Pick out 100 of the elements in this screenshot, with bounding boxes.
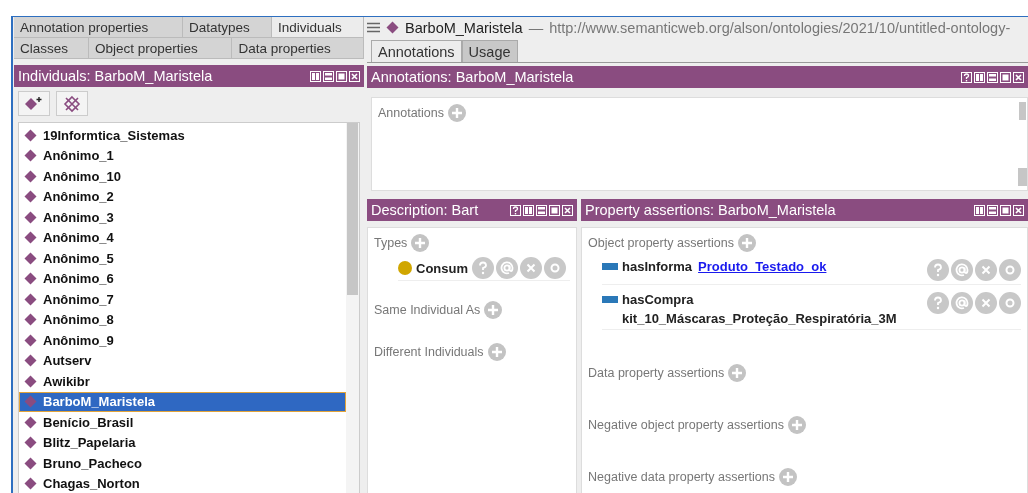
diamond-icon [24, 415, 37, 429]
scrollbar-thumb[interactable] [347, 123, 358, 295]
delete-icon[interactable] [520, 257, 542, 279]
individual-item[interactable]: Benício_Brasil [19, 412, 346, 433]
add-icon[interactable] [778, 468, 797, 486]
individual-item[interactable]: Blitz_Papelaria [19, 432, 346, 453]
object-property-icon [602, 263, 618, 270]
tab[interactable]: Usage [461, 40, 518, 62]
diamond-icon [24, 354, 37, 368]
help-icon[interactable] [510, 204, 521, 216]
diamond-icon [24, 477, 37, 491]
individual-item[interactable]: Autserv [19, 350, 346, 371]
delete-individual-button[interactable] [56, 91, 88, 116]
diamond-icon [24, 374, 37, 388]
close-icon[interactable] [562, 204, 573, 216]
delete-icon[interactable] [975, 259, 997, 281]
tab[interactable]: Datatypes [183, 17, 272, 38]
tab[interactable]: Data properties [232, 38, 364, 59]
add-icon[interactable] [728, 364, 747, 382]
section-label: Object property assertions [588, 236, 734, 250]
add-icon[interactable] [484, 301, 503, 319]
individual-item[interactable]: Anônimo_4 [19, 227, 346, 248]
split-horizontal-icon[interactable] [987, 71, 998, 83]
split-vertical-icon[interactable] [974, 204, 985, 216]
maximize-icon[interactable] [336, 70, 347, 82]
entity-name: BarboM_Maristela [405, 19, 523, 36]
add-icon[interactable] [737, 234, 756, 252]
individual-item[interactable]: Anônimo_8 [19, 309, 346, 330]
close-icon[interactable] [349, 70, 360, 82]
edit-icon[interactable] [999, 259, 1021, 281]
add-icon[interactable] [487, 343, 506, 361]
object-property-icon [602, 296, 618, 303]
menu-icon[interactable] [367, 22, 380, 33]
panel-title: Individuals: BarboM_Maristela [18, 68, 213, 84]
value-link[interactable]: Produto_Testado_ok [698, 259, 827, 274]
close-icon[interactable] [1013, 71, 1024, 83]
close-icon[interactable] [1013, 204, 1024, 216]
maximize-icon[interactable] [1000, 204, 1011, 216]
individual-item[interactable]: Anônimo_9 [19, 330, 346, 351]
split-vertical-icon[interactable] [310, 70, 321, 82]
split-horizontal-icon[interactable] [323, 70, 334, 82]
diamond-icon [24, 313, 37, 327]
entity-iri: http://www.semanticweb.org/alson/ontologies/2021/10/untitled-ontology- [549, 19, 1011, 36]
edit-icon[interactable] [544, 257, 566, 279]
delete-icon[interactable] [975, 292, 997, 314]
section-label: Different Individuals [374, 345, 484, 359]
individual-item[interactable]: Anônimo_6 [19, 268, 346, 289]
individual-item[interactable]: Anônimo_7 [19, 289, 346, 310]
split-horizontal-icon[interactable] [987, 204, 998, 216]
diamond-icon [24, 149, 37, 163]
tab[interactable]: Classes [14, 38, 89, 59]
diamond-icon [24, 231, 37, 245]
split-vertical-icon[interactable] [974, 71, 985, 83]
maximize-icon[interactable] [549, 204, 560, 216]
section-label: Types [374, 236, 408, 250]
split-horizontal-icon[interactable] [536, 204, 547, 216]
individual-item[interactable]: Anônimo_3 [19, 207, 346, 228]
maximize-icon[interactable] [1000, 71, 1011, 83]
diamond-icon [24, 456, 37, 470]
diamond-icon [24, 395, 37, 409]
add-individual-button[interactable] [18, 91, 50, 116]
class-icon [398, 261, 412, 275]
section-label: Negative data property assertions [588, 470, 775, 484]
annotate-icon[interactable] [951, 292, 973, 314]
individual-item[interactable]: Anônimo_10 [19, 166, 346, 187]
annotate-icon[interactable] [496, 257, 518, 279]
annotate-icon[interactable] [951, 259, 973, 281]
delete-individual-icon [63, 94, 81, 113]
property-name: hasInforma [622, 259, 693, 274]
tab[interactable]: Individuals [272, 17, 364, 38]
section-label: Annotations [378, 106, 445, 120]
tab[interactable]: Annotation properties [14, 17, 184, 38]
scrollbar-thumb[interactable] [1019, 102, 1026, 120]
tab[interactable]: Object properties [89, 38, 233, 59]
section-label: Data property assertions [588, 366, 725, 380]
help-icon[interactable] [961, 71, 972, 83]
split-vertical-icon[interactable] [523, 204, 534, 216]
individual-item[interactable]: Anônimo_1 [19, 145, 346, 166]
property-name: hasCompra [622, 292, 695, 307]
individual-item[interactable]: Bruno_Pacheco [19, 453, 346, 474]
tab[interactable]: Annotations [371, 40, 462, 62]
diamond-icon [24, 210, 37, 224]
add-icon[interactable] [411, 234, 430, 252]
individual-item[interactable]: BarboM_Maristela [19, 391, 346, 412]
individual-item[interactable]: Chagas_Norton [19, 473, 346, 493]
add-icon[interactable] [448, 104, 467, 122]
separator: — [528, 19, 544, 36]
individual-item[interactable]: Awikibr [19, 371, 346, 392]
add-icon[interactable] [787, 416, 806, 434]
individual-item[interactable]: 19Informtica_Sistemas [19, 125, 346, 146]
edit-icon[interactable] [999, 292, 1021, 314]
scrollbar-thumb[interactable] [1018, 168, 1027, 186]
diamond-icon [24, 436, 37, 450]
individual-item[interactable]: Anônimo_5 [19, 248, 346, 269]
panel-title: Description: Bart [371, 202, 479, 218]
section-label: Negative object property assertions [588, 418, 784, 432]
individual-item[interactable]: Anônimo_2 [19, 186, 346, 207]
panel-title: Annotations: BarboM_Maristela [371, 69, 574, 85]
diamond-icon [386, 21, 399, 34]
diamond-icon [24, 251, 37, 265]
